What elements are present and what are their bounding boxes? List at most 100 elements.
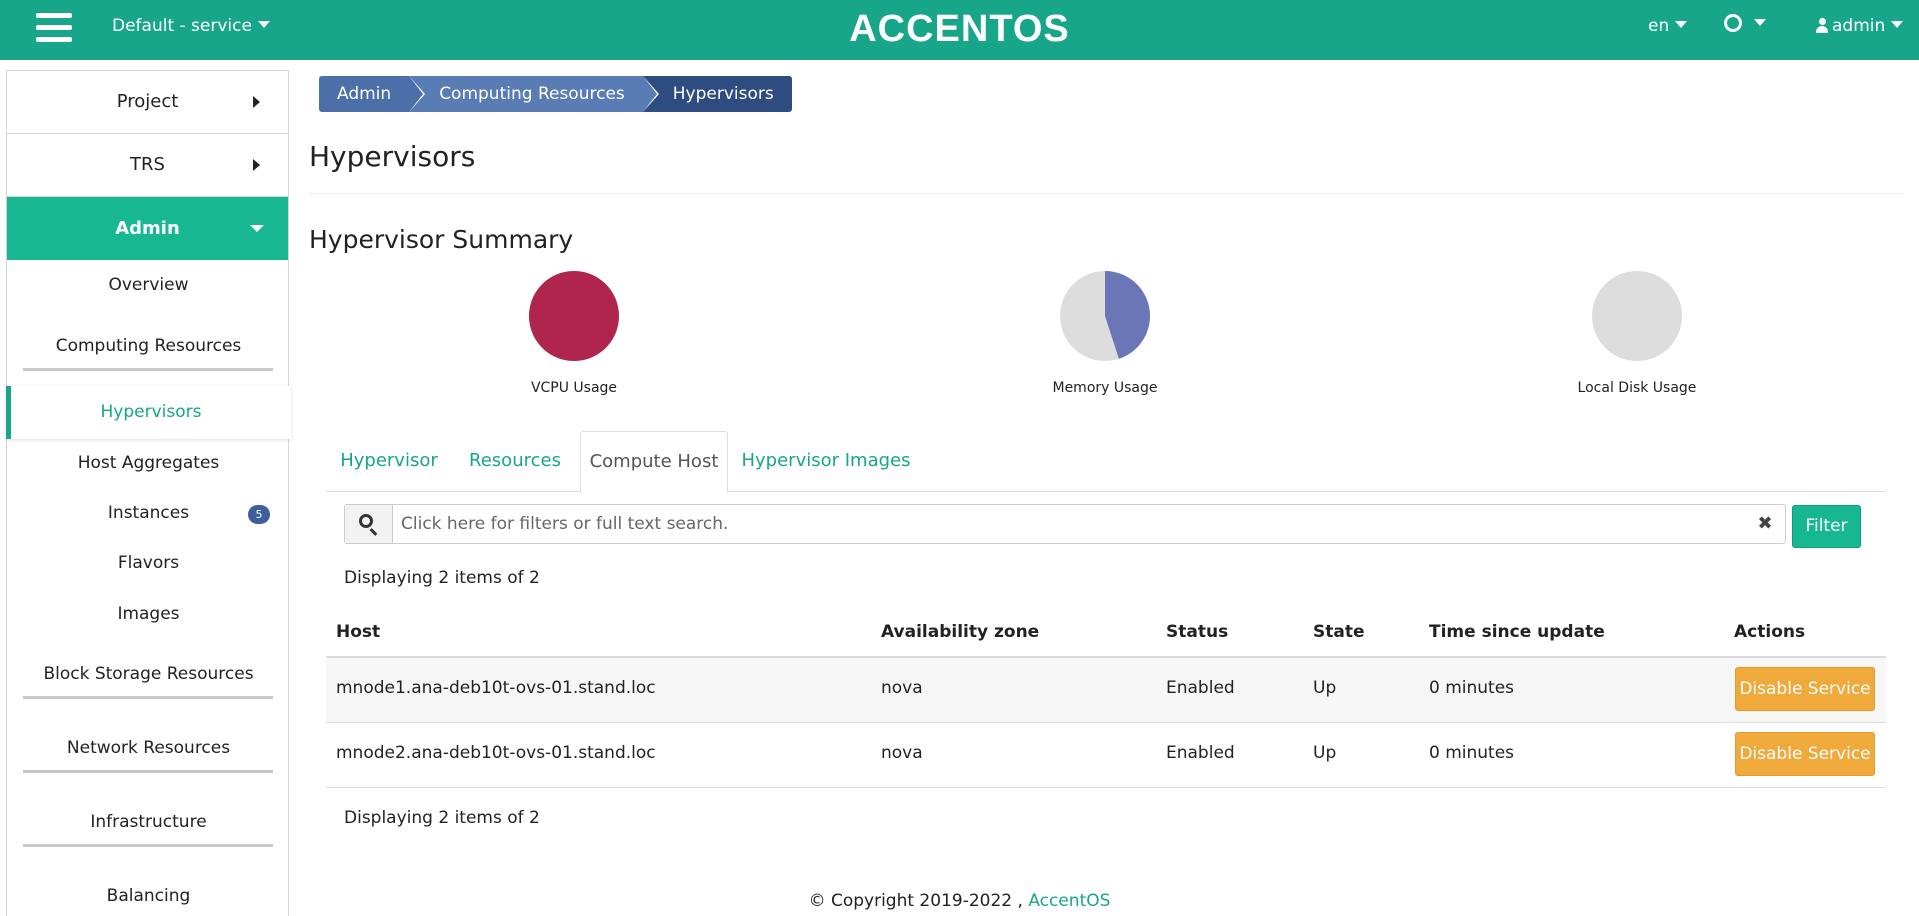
local-disk-usage-chart: Local Disk Usage: [1537, 270, 1737, 396]
search-icon: [359, 514, 373, 528]
sidebar-item-flavors[interactable]: Flavors: [7, 553, 290, 573]
project-selector-label: Default - service: [112, 16, 252, 36]
sidebar-item-trs[interactable]: TRS: [7, 134, 288, 197]
table-row: mnode1.ana-deb10t-ovs-01.stand.loc nova …: [326, 658, 1886, 723]
column-header-availability-zone[interactable]: Availability zone: [881, 622, 1039, 642]
breadcrumb-label: Admin: [337, 84, 392, 104]
sidebar-item-network-resources[interactable]: Network Resources: [7, 738, 290, 758]
state-cell: Up: [1313, 743, 1337, 763]
column-header-time-since-update[interactable]: Time since update: [1429, 622, 1605, 642]
column-header-host[interactable]: Host: [336, 622, 380, 642]
tab-resources[interactable]: Resources: [452, 431, 578, 492]
caret-down-icon: [250, 225, 264, 232]
sidebar-item-hypervisors[interactable]: Hypervisors: [6, 386, 291, 439]
column-header-state[interactable]: State: [1313, 622, 1365, 642]
sidebar-item-label: TRS: [130, 154, 165, 175]
group-divider: [23, 844, 273, 847]
disable-service-button[interactable]: Disable Service: [1735, 732, 1875, 776]
caret-right-icon: [253, 96, 260, 108]
compute-host-table: Host Availability zone Status State Time…: [326, 612, 1886, 788]
search-input[interactable]: [393, 505, 1745, 543]
logo: ACCENTOS: [849, 8, 1070, 50]
table-row: mnode2.ana-deb10t-ovs-01.stand.loc nova …: [326, 723, 1886, 788]
tab-bar: Hypervisor Resources Compute Host Hyperv…: [326, 431, 1886, 493]
user-label: admin: [1832, 16, 1886, 36]
project-selector[interactable]: Default - service: [112, 16, 270, 36]
column-header-status[interactable]: Status: [1166, 622, 1228, 642]
zone-cell: nova: [881, 743, 923, 763]
chart-label: Local Disk Usage: [1577, 380, 1697, 396]
group-divider: [23, 770, 273, 773]
status-cell: Enabled: [1166, 743, 1235, 763]
copyright-text: © Copyright 2019-2022 ,: [808, 891, 1029, 911]
top-navbar: Default - service ACCENTOS en admin: [0, 0, 1919, 60]
sidebar-item-label: Admin: [115, 218, 180, 239]
items-count: Displaying 2 items of 2: [344, 808, 540, 828]
breadcrumb-label: Hypervisors: [672, 84, 774, 104]
host-cell: mnode1.ana-deb10t-ovs-01.stand.loc: [336, 678, 656, 698]
clear-icon[interactable]: ✖: [1745, 505, 1785, 543]
tab-hypervisor-images[interactable]: Hypervisor Images: [728, 431, 924, 492]
pie-used-slice: [528, 271, 619, 361]
breadcrumb-label: Computing Resources: [439, 84, 625, 104]
state-cell: Up: [1313, 678, 1337, 698]
caret-down-icon: [1891, 21, 1904, 28]
chart-label: VCPU Usage: [530, 380, 618, 396]
items-count: Displaying 2 items of 2: [344, 568, 540, 588]
sidebar-item-overview[interactable]: Overview: [7, 275, 290, 295]
table-header: Host Availability zone Status State Time…: [326, 612, 1886, 658]
sidebar-item-images[interactable]: Images: [7, 604, 290, 624]
vcpu-usage-pie: [528, 271, 619, 361]
group-divider: [23, 696, 273, 699]
breadcrumb-hypervisors: Hypervisors: [642, 76, 792, 112]
pie-background: [1592, 271, 1682, 361]
host-cell: mnode2.ana-deb10t-ovs-01.stand.loc: [336, 743, 656, 763]
divider: [309, 193, 1903, 194]
breadcrumb-computing-resources[interactable]: Computing Resources: [409, 76, 659, 112]
caret-down-icon: [1754, 19, 1766, 26]
sidebar-item-host-aggregates[interactable]: Host Aggregates: [7, 453, 290, 473]
group-divider: [23, 368, 273, 371]
sidebar-item-label: Project: [116, 91, 179, 112]
chart-label: Memory Usage: [1052, 380, 1158, 396]
sidebar-item-label: Instances: [107, 503, 190, 523]
memory-usage-pie: [1060, 271, 1150, 361]
tab-hypervisor[interactable]: Hypervisor: [326, 431, 452, 492]
time-cell: 0 minutes: [1429, 743, 1515, 763]
sidebar-item-project[interactable]: Project: [7, 71, 288, 134]
vcpu-usage-chart: VCPU Usage: [474, 270, 674, 396]
sidebar: Project TRS Admin Overview Computing Res…: [6, 70, 291, 916]
user-menu[interactable]: admin: [1816, 16, 1904, 36]
search-addon: [345, 505, 393, 543]
local-disk-usage-pie: [1592, 271, 1682, 361]
footer-link[interactable]: AccentOS: [1028, 891, 1110, 911]
zone-cell: nova: [881, 678, 923, 698]
breadcrumb: Admin Computing Resources Hypervisors: [319, 76, 792, 112]
user-icon: [1816, 18, 1828, 33]
time-cell: 0 minutes: [1429, 678, 1515, 698]
sidebar-item-computing-resources[interactable]: Computing Resources: [7, 336, 290, 356]
sidebar-item-infrastructure[interactable]: Infrastructure: [7, 812, 290, 832]
caret-down-icon: [257, 21, 270, 28]
language-selector[interactable]: en: [1648, 16, 1688, 36]
language-label: en: [1648, 16, 1670, 36]
breadcrumb-admin[interactable]: Admin: [319, 76, 426, 112]
sidebar-item-block-storage[interactable]: Block Storage Resources: [7, 664, 290, 684]
footer: © Copyright 2019-2022 , AccentOS: [0, 891, 1919, 911]
sidebar-item-instances[interactable]: Instances 5: [7, 503, 290, 524]
caret-right-icon: [253, 159, 260, 171]
column-header-actions: Actions: [1734, 622, 1806, 642]
sidebar-item-admin[interactable]: Admin: [7, 197, 288, 260]
gear-icon: [1724, 14, 1742, 32]
filter-button[interactable]: Filter: [1792, 505, 1861, 548]
search-bar: ✖: [344, 504, 1786, 544]
disable-service-button[interactable]: Disable Service: [1735, 667, 1875, 711]
tab-compute-host[interactable]: Compute Host: [580, 431, 728, 493]
instances-count-badge: 5: [248, 505, 270, 524]
summary-title: Hypervisor Summary: [309, 225, 574, 254]
settings-menu[interactable]: [1724, 14, 1766, 34]
menu-toggle-icon[interactable]: [36, 13, 72, 45]
page-title: Hypervisors: [309, 140, 476, 173]
memory-usage-chart: Memory Usage: [1005, 270, 1205, 396]
caret-down-icon: [1675, 21, 1688, 28]
